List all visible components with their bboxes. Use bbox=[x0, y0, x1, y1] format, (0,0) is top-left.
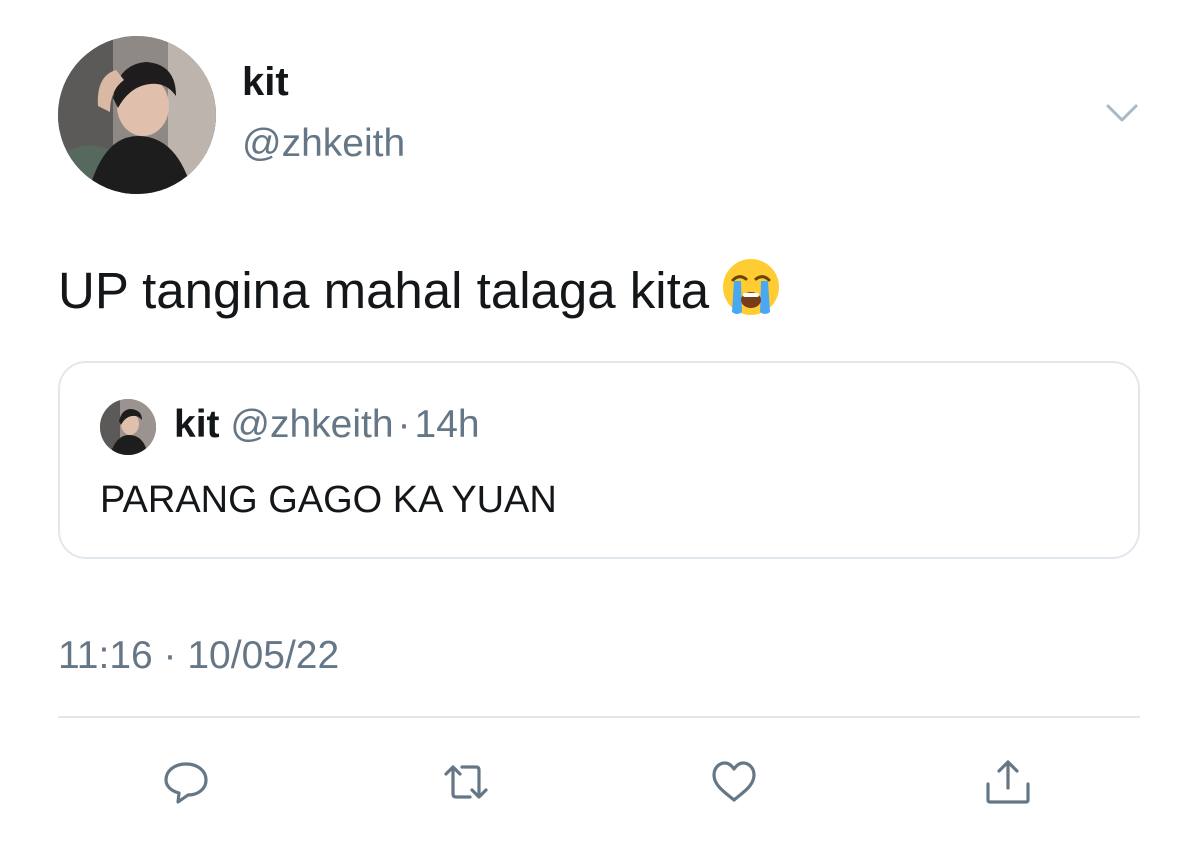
quoted-tweet-card[interactable]: kit @zhkeith · 14h PARANG GAGO KA YUAN bbox=[58, 361, 1140, 559]
avatar-photo bbox=[58, 36, 216, 194]
speech-bubble-icon bbox=[164, 762, 208, 804]
quoted-tweet-handle: @zhkeith bbox=[230, 403, 394, 446]
share-button[interactable] bbox=[980, 756, 1036, 808]
quoted-tweet-display-name: kit bbox=[174, 403, 220, 446]
quoted-tweet-text: PARANG GAGO KA YUAN bbox=[100, 479, 557, 521]
heart-icon bbox=[712, 761, 756, 802]
quoted-tweet-avatar bbox=[100, 399, 156, 455]
author-display-name[interactable]: kit bbox=[242, 62, 289, 102]
tweet-text: UP tangina mahal talaga kita bbox=[58, 254, 783, 319]
author-handle[interactable]: @zhkeith bbox=[242, 124, 405, 163]
divider bbox=[58, 716, 1140, 718]
like-button[interactable] bbox=[706, 756, 762, 808]
tweet-timestamp[interactable]: 11:16 · 10/05/22 bbox=[58, 636, 339, 675]
loudly-crying-face-icon bbox=[719, 254, 783, 318]
author-avatar[interactable] bbox=[58, 36, 216, 194]
quoted-tweet-separator: · bbox=[397, 403, 411, 446]
quoted-tweet-age: 14h bbox=[414, 403, 480, 446]
retweet-icon bbox=[444, 765, 488, 799]
retweet-button[interactable] bbox=[438, 756, 494, 808]
quoted-tweet-header: kit @zhkeith · 14h bbox=[174, 405, 480, 444]
chevron-down-icon[interactable] bbox=[1102, 98, 1142, 128]
tweet-text-content: UP tangina mahal talaga kita bbox=[58, 262, 710, 319]
share-icon bbox=[986, 760, 1030, 804]
reply-button[interactable] bbox=[158, 756, 214, 808]
